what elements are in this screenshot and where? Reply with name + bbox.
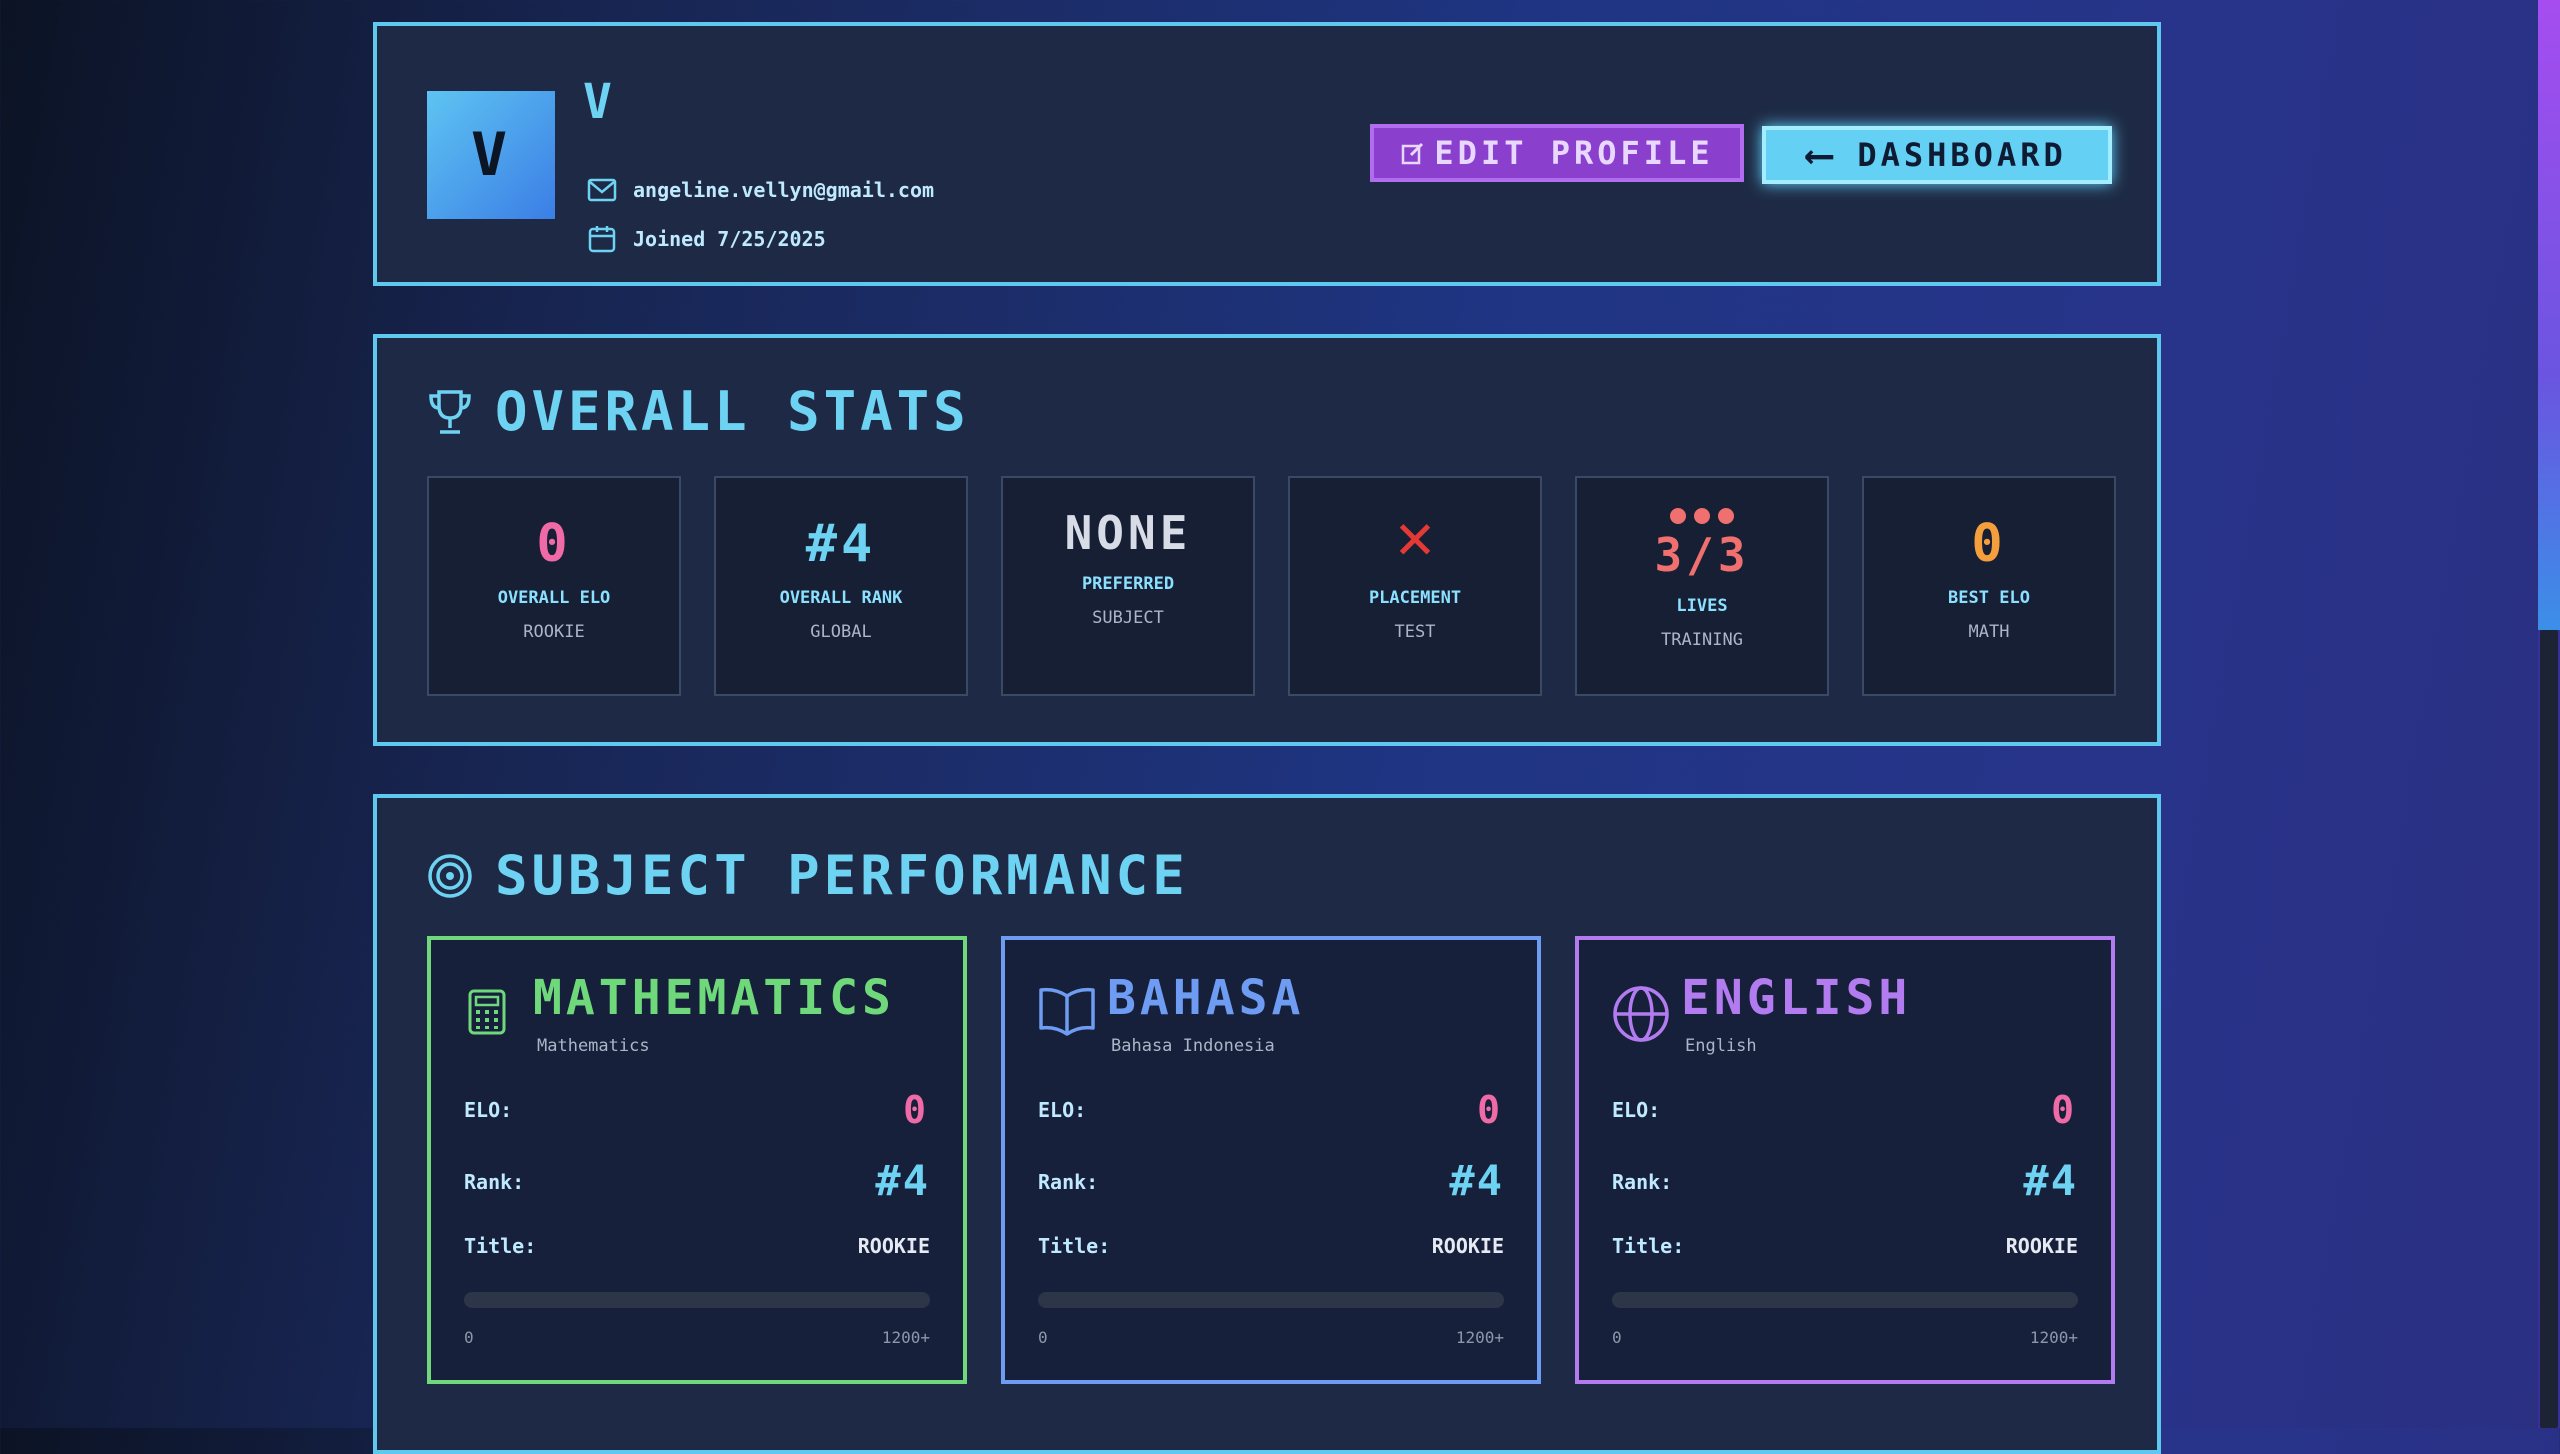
mail-icon	[587, 178, 617, 202]
elo-progress-bar	[464, 1292, 930, 1308]
email-row: angeline.vellyn@gmail.com	[587, 178, 934, 202]
stat-value: 0	[536, 514, 572, 574]
scrollbar-thumb[interactable]	[2540, 630, 2558, 1428]
lives-dots-icon	[1670, 508, 1734, 524]
stat-sub: TEST	[1394, 622, 1436, 642]
stat-card-overall-elo: 0 OVERALL ELO ROOKIE	[427, 476, 681, 696]
stat-label: OVERALL RANK	[779, 588, 903, 608]
overall-stats-section: OVERALL STATS 0 OVERALL ELO ROOKIE #4 OV…	[373, 334, 2161, 746]
stat-value: NONE	[1064, 506, 1192, 560]
scale-min: 0	[464, 1328, 474, 1347]
stat-value: 0	[1971, 514, 2007, 574]
dashboard-button[interactable]: ⟵ DASHBOARD	[1762, 126, 2112, 184]
elo-value: 0	[1477, 1088, 1504, 1132]
trophy-icon	[429, 389, 471, 434]
elo-progress-bar	[1612, 1292, 2078, 1308]
overall-stats-heading: OVERALL STATS	[427, 380, 970, 443]
elo-label: ELO:	[464, 1098, 513, 1122]
subject-performance-title: SUBJECT PERFORMANCE	[495, 844, 1189, 907]
edit-profile-button[interactable]: EDIT PROFILE	[1370, 124, 1744, 182]
title-value: ROOKIE	[857, 1234, 930, 1258]
stat-card-overall-rank: #4 OVERALL RANK GLOBAL	[714, 476, 968, 696]
calculator-icon	[468, 989, 506, 1035]
avatar-glyph: V	[470, 120, 512, 190]
arrow-left-icon: ⟵	[1807, 132, 1836, 178]
joined-row: Joined 7/25/2025	[587, 224, 826, 254]
stat-label: PREFERRED	[1081, 574, 1175, 594]
scrollbar-upper-track[interactable]	[2538, 0, 2560, 630]
stat-sub: SUBJECT	[1092, 608, 1164, 628]
stat-value: 3/3	[1654, 528, 1750, 582]
scale-max: 1200+	[1455, 1328, 1504, 1347]
subject-name: BAHASA	[1107, 970, 1305, 1026]
subject-performance-section: SUBJECT PERFORMANCE MATHEMATICS Mathemat…	[373, 794, 2161, 1454]
rank-label: Rank:	[464, 1170, 525, 1194]
email-text: angeline.vellyn@gmail.com	[633, 178, 935, 202]
stat-label: LIVES	[1676, 596, 1728, 616]
title-label: Title:	[1612, 1234, 1685, 1258]
subject-full-name: Bahasa Indonesia	[1111, 1036, 1275, 1056]
stat-label: OVERALL ELO	[497, 588, 611, 608]
subject-card-mathematics[interactable]: MATHEMATICS Mathematics ELO: 0 Rank: #4 …	[427, 936, 967, 1384]
subject-card-english[interactable]: ENGLISH English ELO: 0 Rank: #4 Title: R…	[1575, 936, 2115, 1384]
rank-value: #4	[2023, 1156, 2078, 1205]
stat-sub: ROOKIE	[523, 622, 585, 642]
title-label: Title:	[1038, 1234, 1111, 1258]
overall-stats-title: OVERALL STATS	[495, 380, 970, 443]
rank-label: Rank:	[1612, 1170, 1673, 1194]
scale-max: 1200+	[881, 1328, 930, 1347]
username: V	[583, 74, 616, 130]
subject-full-name: English	[1685, 1036, 1757, 1056]
dashboard-label: DASHBOARD	[1857, 136, 2067, 174]
edit-icon	[1402, 142, 1424, 165]
subject-name: ENGLISH	[1681, 970, 1912, 1026]
stat-sub: TRAINING	[1661, 630, 1743, 650]
stat-label: PLACEMENT	[1368, 588, 1462, 608]
avatar: V	[427, 91, 555, 219]
scale-min: 0	[1038, 1328, 1048, 1347]
title-value: ROOKIE	[1431, 1234, 1504, 1258]
elo-label: ELO:	[1612, 1098, 1661, 1122]
stat-card-best-elo: 0 BEST ELO MATH	[1862, 476, 2116, 696]
book-icon	[1039, 987, 1095, 1036]
calendar-icon	[588, 226, 616, 253]
stat-value: #4	[805, 514, 877, 574]
joined-text: Joined 7/25/2025	[633, 227, 826, 251]
rank-label: Rank:	[1038, 1170, 1099, 1194]
title-label: Title:	[464, 1234, 537, 1258]
scale-min: 0	[1612, 1328, 1622, 1347]
title-value: ROOKIE	[2005, 1234, 2078, 1258]
stat-card-preferred-subject: NONE PREFERRED SUBJECT	[1001, 476, 1255, 696]
subject-performance-heading: SUBJECT PERFORMANCE	[427, 844, 1189, 907]
placement-status-icon: ✕	[1395, 500, 1435, 574]
elo-progress-bar	[1038, 1292, 1504, 1308]
elo-value: 0	[2051, 1088, 2078, 1132]
target-icon	[428, 853, 472, 898]
elo-label: ELO:	[1038, 1098, 1087, 1122]
stat-label: BEST ELO	[1948, 588, 2030, 608]
rank-value: #4	[1449, 1156, 1504, 1205]
stat-sub: MATH	[1968, 622, 2010, 642]
subject-full-name: Mathematics	[537, 1036, 650, 1056]
stat-card-placement-test: ✕ PLACEMENT TEST	[1288, 476, 1542, 696]
elo-value: 0	[903, 1088, 930, 1132]
scale-max: 1200+	[2029, 1328, 2078, 1347]
profile-card: V V angeline.vellyn@gmail.com Joined 7/2…	[373, 22, 2161, 286]
edit-profile-label: EDIT PROFILE	[1434, 134, 1714, 172]
stat-card-lives: 3/3 LIVES TRAINING	[1575, 476, 1829, 696]
rank-value: #4	[875, 1156, 930, 1205]
subject-card-bahasa[interactable]: BAHASA Bahasa Indonesia ELO: 0 Rank: #4 …	[1001, 936, 1541, 1384]
subject-name: MATHEMATICS	[533, 970, 895, 1026]
stat-sub: GLOBAL	[810, 622, 872, 642]
globe-icon	[1613, 986, 1669, 1042]
